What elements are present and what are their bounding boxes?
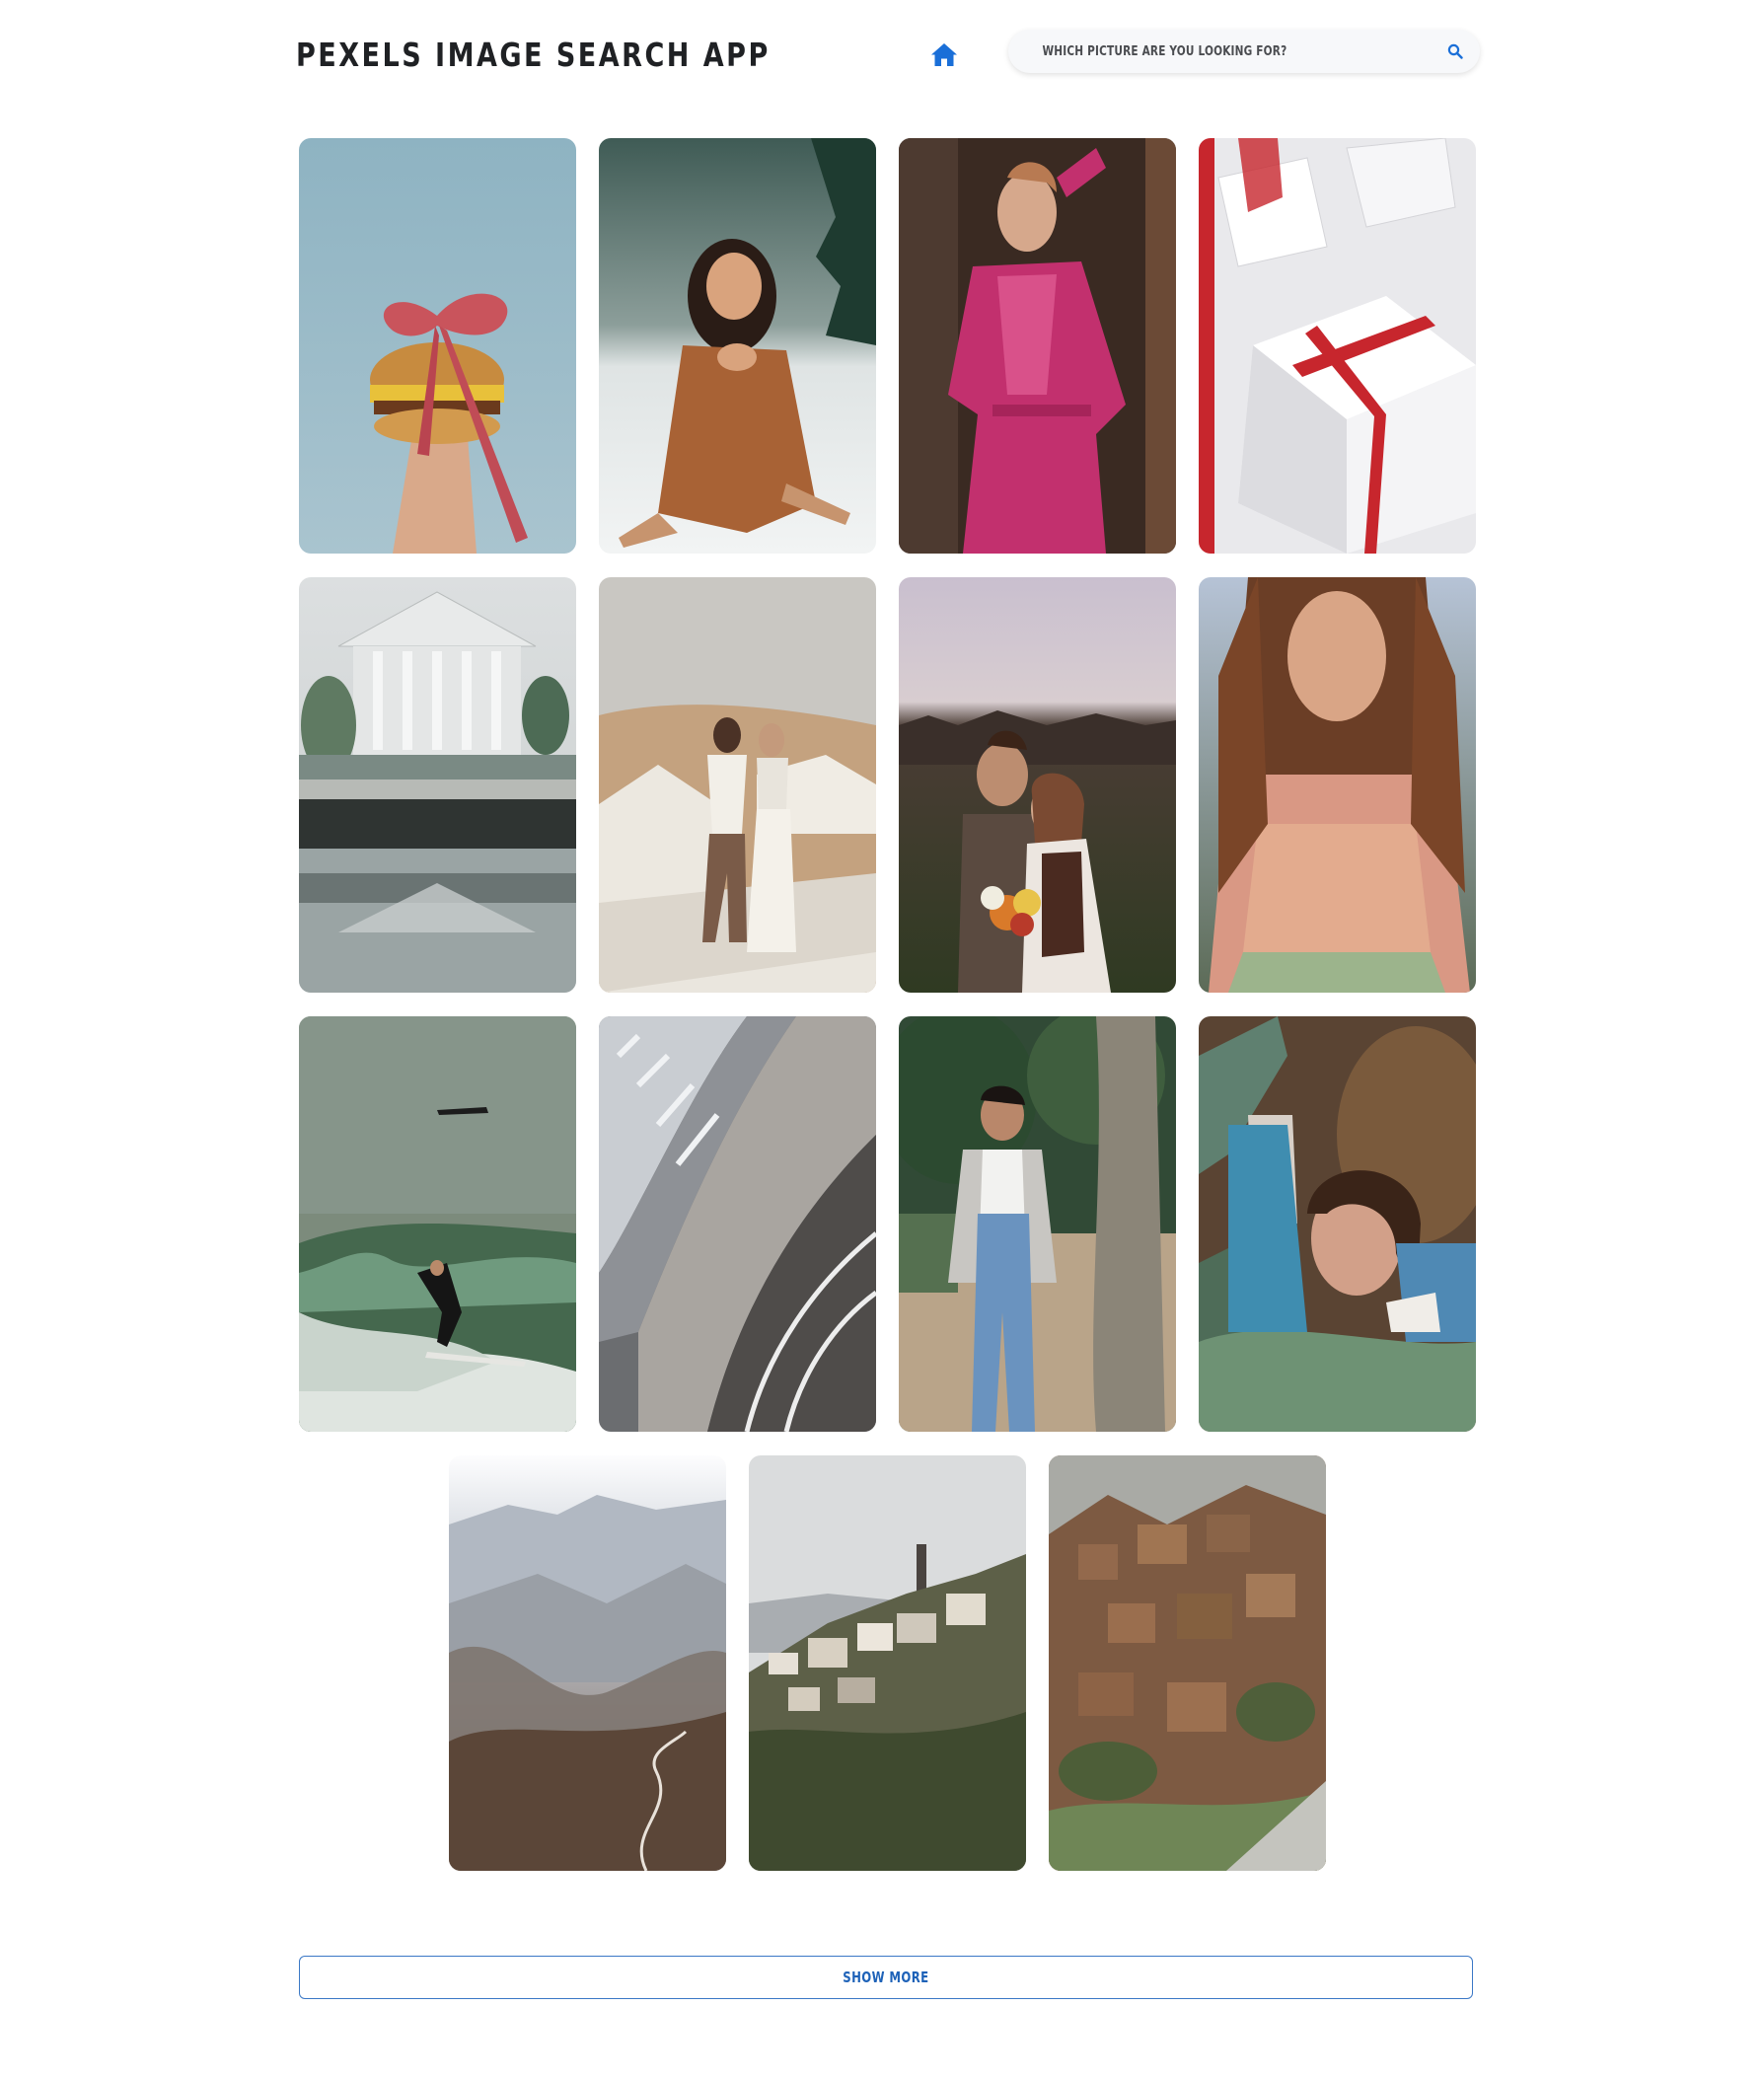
photo-card[interactable]	[899, 138, 1176, 554]
misty-mountains-image	[449, 1455, 726, 1871]
home-button[interactable]	[927, 37, 961, 71]
photo-card[interactable]	[1199, 138, 1476, 554]
curved-architecture-image	[599, 1016, 876, 1432]
couple-desert-image	[599, 577, 876, 993]
photo-card[interactable]	[899, 577, 1176, 993]
burger-ribbon-image	[299, 138, 576, 554]
photo-card[interactable]	[599, 138, 876, 554]
woman-pink-robe-image	[899, 138, 1176, 554]
app-title: PEXELS IMAGE SEARCH APP	[296, 36, 771, 74]
photo-card[interactable]	[299, 138, 576, 554]
photo-card[interactable]	[1199, 577, 1476, 993]
surfer-wave-image	[299, 1016, 576, 1432]
photo-card[interactable]	[1049, 1455, 1326, 1871]
classical-building-image	[299, 577, 576, 993]
photo-card[interactable]	[299, 1016, 576, 1432]
woman-sweater-image	[1199, 577, 1476, 993]
search-button[interactable]	[1444, 40, 1466, 62]
search-input[interactable]	[1022, 30, 1427, 73]
show-more-label: SHOW MORE	[843, 1969, 929, 1986]
gift-boxes-image	[1199, 138, 1476, 554]
photo-card[interactable]	[599, 1016, 876, 1432]
photo-card[interactable]	[1199, 1016, 1476, 1432]
photo-card[interactable]	[899, 1016, 1176, 1432]
photo-card[interactable]	[749, 1455, 1026, 1871]
couple-flowers-image	[899, 577, 1176, 993]
header: PEXELS IMAGE SEARCH APP	[0, 0, 1764, 109]
boy-overalls-image	[899, 1016, 1176, 1432]
girl-snow-image	[599, 138, 876, 554]
page: PEXELS IMAGE SEARCH APP WHICH PICTURE AR…	[0, 0, 1764, 2080]
home-icon	[931, 43, 957, 66]
search-bar	[1008, 30, 1480, 73]
ruined-village-image	[1049, 1455, 1326, 1871]
woman-cactus-image	[1199, 1016, 1476, 1432]
photo-card[interactable]	[299, 577, 576, 993]
show-more-button[interactable]: SHOW MORE	[299, 1956, 1473, 1999]
photo-card[interactable]	[449, 1455, 726, 1871]
hillside-village-image	[749, 1455, 1026, 1871]
search-icon	[1447, 43, 1463, 59]
photo-card[interactable]	[599, 577, 876, 993]
